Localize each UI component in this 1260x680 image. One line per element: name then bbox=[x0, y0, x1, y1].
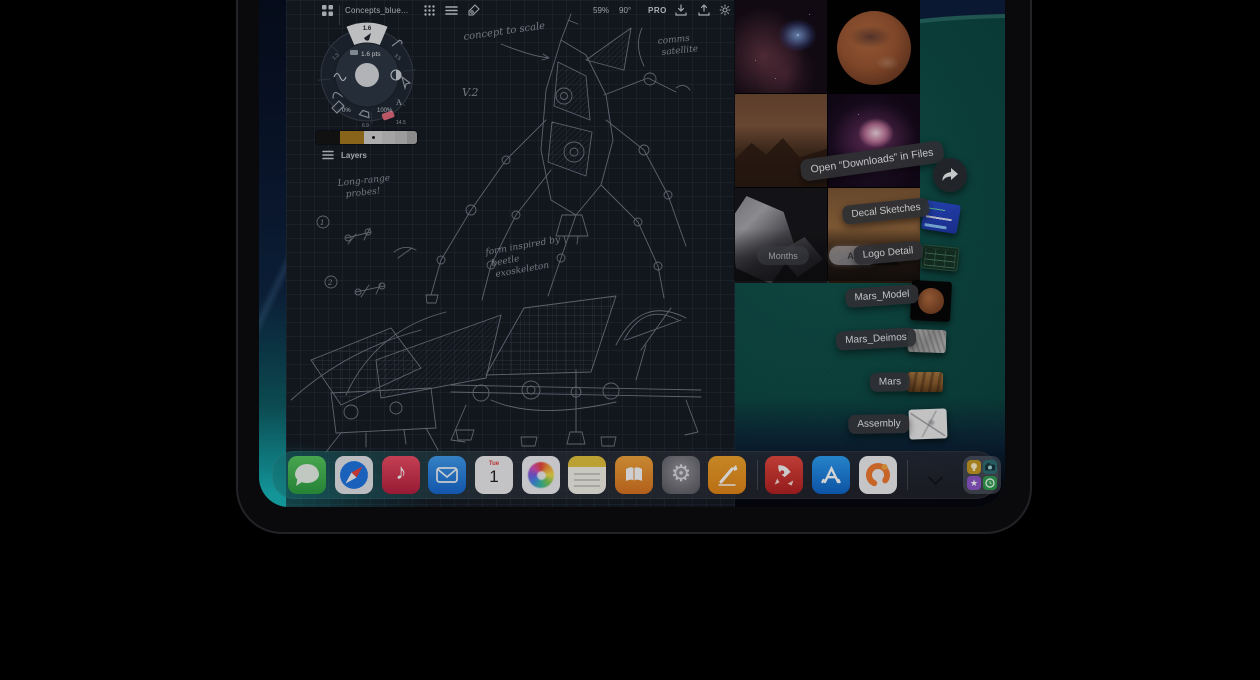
mini-app-clock bbox=[983, 476, 997, 490]
dock-app-app-store[interactable] bbox=[812, 456, 850, 494]
palette-swatch-gray3[interactable] bbox=[407, 131, 417, 144]
wallpaper-left-strip bbox=[259, 0, 286, 507]
photos-flower-icon bbox=[528, 462, 554, 488]
dock-app-library[interactable]: ★ bbox=[963, 456, 1001, 494]
dock-divider bbox=[907, 460, 908, 490]
opacity-max-label: 100% bbox=[377, 108, 393, 114]
dock-app-calendar[interactable]: Tue 1 bbox=[475, 456, 513, 494]
pro-badge[interactable]: PRO bbox=[648, 0, 667, 20]
settings-gear-glyph: ⚙ bbox=[662, 460, 700, 487]
opacity-min-label: 0% bbox=[342, 108, 351, 114]
share-arrow-icon bbox=[941, 167, 959, 183]
mini-app-lightbulb bbox=[967, 460, 981, 474]
dock-app-rocket[interactable] bbox=[765, 456, 803, 494]
tool-size-marker: 14.5 bbox=[396, 120, 406, 126]
tool-wheel[interactable]: 1.6 A 1.3 3.5 14.5 6.9 bbox=[312, 20, 422, 130]
zoom-level[interactable]: 59% bbox=[593, 0, 609, 20]
calendar-day: 1 bbox=[475, 468, 513, 485]
palette-swatch-gold[interactable] bbox=[340, 131, 364, 144]
dock-app-sketch-pen[interactable] bbox=[708, 456, 746, 494]
drag-thumb-mars[interactable] bbox=[907, 372, 943, 392]
dock-app-books[interactable] bbox=[615, 456, 653, 494]
grid-menu-icon[interactable] bbox=[424, 0, 435, 20]
wheel-center-knob[interactable] bbox=[355, 63, 379, 87]
dock-app-photos[interactable] bbox=[522, 456, 560, 494]
mail-envelope-icon bbox=[428, 456, 466, 494]
stage: concept to scale comms satellite V.2 for… bbox=[0, 0, 1260, 680]
mini-app-star: ★ bbox=[967, 476, 981, 490]
photos-app: Months All bbox=[735, 0, 920, 281]
dock-app-mail[interactable] bbox=[428, 456, 466, 494]
mini-app-camera bbox=[983, 460, 997, 474]
export-icon[interactable] bbox=[698, 0, 710, 20]
dock-divider bbox=[757, 460, 758, 490]
rotation-value[interactable]: 90° bbox=[619, 0, 631, 20]
drag-thumb-logo-detail[interactable] bbox=[920, 244, 959, 272]
settings-gear-icon[interactable] bbox=[719, 0, 731, 20]
photo-nebula-horsehead[interactable] bbox=[735, 0, 827, 93]
dock-app-concepts[interactable] bbox=[859, 456, 897, 494]
palette-swatch-black[interactable] bbox=[316, 131, 340, 144]
layers-icon bbox=[322, 150, 334, 160]
concepts-app-canvas[interactable]: concept to scale comms satellite V.2 for… bbox=[286, 0, 735, 507]
layers-label: Layers bbox=[341, 151, 367, 160]
share-button[interactable] bbox=[933, 158, 967, 192]
app-store-icon bbox=[812, 456, 850, 494]
layers-button[interactable]: Layers bbox=[322, 150, 367, 160]
notes-line-icon bbox=[574, 485, 600, 487]
photo-mars-globe[interactable] bbox=[828, 0, 920, 93]
dock-app-settings[interactable]: ⚙ bbox=[662, 456, 700, 494]
tab-months[interactable]: Months bbox=[757, 246, 809, 265]
text-tool-icon: A bbox=[396, 98, 402, 107]
palette-swatch-selected[interactable] bbox=[364, 131, 382, 144]
notes-line-icon bbox=[574, 479, 600, 481]
layers-menu-icon[interactable] bbox=[445, 0, 458, 20]
ipad-screen: concept to scale comms satellite V.2 for… bbox=[259, 0, 1005, 507]
drag-label-assembly[interactable]: Assembly bbox=[848, 414, 910, 434]
books-open-book-icon bbox=[615, 456, 653, 494]
dock-app-safari[interactable] bbox=[335, 456, 373, 494]
dock: ♪ Tue 1 bbox=[272, 451, 998, 499]
stroke-size-label: 1.6 pts bbox=[361, 51, 381, 58]
concepts-toolbar: Concepts_blue... 59% 90° PRO bbox=[286, 0, 735, 20]
pen-settings-icon[interactable] bbox=[468, 0, 480, 20]
gallery-icon[interactable] bbox=[322, 0, 333, 20]
document-title[interactable]: Concepts_blue... bbox=[345, 0, 408, 20]
music-note-icon: ♪ bbox=[382, 459, 420, 485]
dock-app-music[interactable]: ♪ bbox=[382, 456, 420, 494]
import-icon[interactable] bbox=[675, 0, 687, 20]
palette-swatch-gray1[interactable] bbox=[382, 131, 395, 144]
drag-label-mars[interactable]: Mars bbox=[870, 372, 911, 392]
rocket-icon bbox=[765, 456, 803, 494]
pen-icon bbox=[708, 456, 746, 494]
active-tool-size: 1.6 bbox=[363, 26, 372, 32]
dock-app-notes[interactable] bbox=[568, 456, 606, 494]
messages-bubble-icon bbox=[295, 464, 319, 483]
safari-compass-icon bbox=[335, 456, 373, 494]
color-palette[interactable] bbox=[316, 131, 417, 144]
tool-size-fill: 6.9 bbox=[362, 123, 369, 129]
notes-line-icon bbox=[574, 473, 600, 475]
dock-chevron-down[interactable] bbox=[929, 470, 943, 484]
palette-swatch-gray2[interactable] bbox=[395, 131, 407, 144]
drag-thumb-assembly[interactable] bbox=[908, 408, 947, 439]
concepts-c-icon bbox=[859, 456, 897, 494]
dock-app-messages[interactable] bbox=[288, 456, 326, 494]
